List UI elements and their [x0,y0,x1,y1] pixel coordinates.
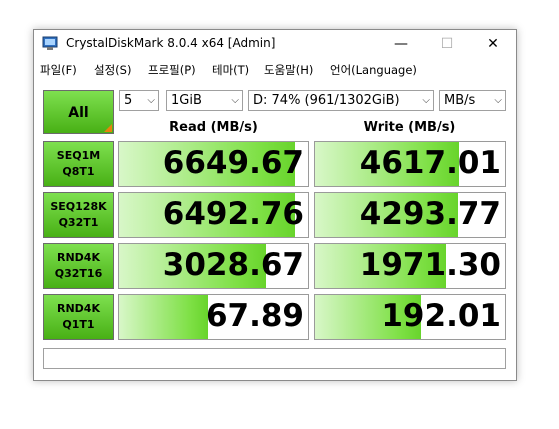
test-label-line2: Q32T16 [54,267,103,280]
minimize-button[interactable]: — [378,30,424,58]
count-value: 5 [124,93,133,108]
write-value: 1971.30 [359,247,501,283]
menu-help[interactable]: 도움말(H) [264,62,313,78]
unit-value: MB/s [444,93,476,108]
menu-language[interactable]: 언어(Language) [330,62,417,78]
write-value: 4293.77 [359,196,501,232]
status-bar [43,348,506,369]
title-bar[interactable]: CrystalDiskMark 8.0.4 x64 [Admin] — ☐ ✕ [34,30,516,58]
size-value: 1GiB [171,93,202,108]
test-label-line1: RND4K [57,302,100,315]
chevron-down-icon: ⌵ [494,95,502,106]
unit-select[interactable]: MB/s ⌵ [439,90,506,111]
read-value: 6649.67 [162,145,304,181]
app-window: CrystalDiskMark 8.0.4 x64 [Admin] — ☐ ✕ … [33,29,517,381]
chevron-down-icon: ⌵ [231,95,239,106]
window-title: CrystalDiskMark 8.0.4 x64 [Admin] [66,36,276,50]
read-value: 6492.76 [162,196,304,232]
test-button-rnd4k-q32t16[interactable]: RND4K Q32T16 [43,243,114,289]
test-button-seq128k-q32t1[interactable]: SEQ128K Q32T1 [43,192,114,238]
menu-settings[interactable]: 설정(S) [94,62,131,78]
write-result-cell: 1971.30 [314,243,506,289]
read-header: Read (MB/s) [169,120,258,135]
test-button-seq1m-q8t1[interactable]: SEQ1M Q8T1 [43,141,114,187]
read-result-cell: 6492.76 [118,192,309,238]
write-value: 192.01 [381,298,501,334]
read-value: 67.89 [205,298,304,334]
write-result-cell: 192.01 [314,294,506,340]
test-label-line2: Q8T1 [62,165,95,178]
size-select[interactable]: 1GiB ⌵ [166,90,243,111]
read-value: 3028.67 [162,247,304,283]
write-value: 4617.01 [359,145,501,181]
close-button[interactable]: ✕ [470,30,516,58]
drive-select[interactable]: D: 74% (961/1302GiB) ⌵ [248,90,434,111]
read-result-cell: 6649.67 [118,141,309,187]
test-button-rnd4k-q1t1[interactable]: RND4K Q1T1 [43,294,114,340]
test-label-line1: RND4K [57,251,100,264]
test-label-line1: SEQ128K [50,200,107,213]
read-result-cell: 67.89 [118,294,309,340]
all-button-label: All [68,105,89,121]
all-button[interactable]: All [43,90,114,134]
count-select[interactable]: 5 ⌵ [119,90,159,111]
maximize-button[interactable]: ☐ [424,30,470,58]
menu-theme[interactable]: 테마(T) [212,62,249,78]
menu-profile[interactable]: 프로필(P) [148,62,196,78]
app-icon [42,36,58,50]
test-label-line2: Q32T1 [58,216,99,229]
menu-file[interactable]: 파일(F) [40,62,77,78]
test-label-line1: SEQ1M [56,149,101,162]
drive-value: D: 74% (961/1302GiB) [253,93,400,108]
chevron-down-icon: ⌵ [422,95,430,106]
read-bar [119,295,208,339]
test-label-line2: Q1T1 [62,318,95,331]
write-header: Write (MB/s) [363,120,456,135]
chevron-down-icon: ⌵ [147,95,155,106]
read-result-cell: 3028.67 [118,243,309,289]
write-result-cell: 4293.77 [314,192,506,238]
write-result-cell: 4617.01 [314,141,506,187]
menu-bar: 파일(F) 설정(S) 프로필(P) 테마(T) 도움말(H) 언어(Langu… [34,58,516,80]
corner-marker-icon [104,124,112,132]
